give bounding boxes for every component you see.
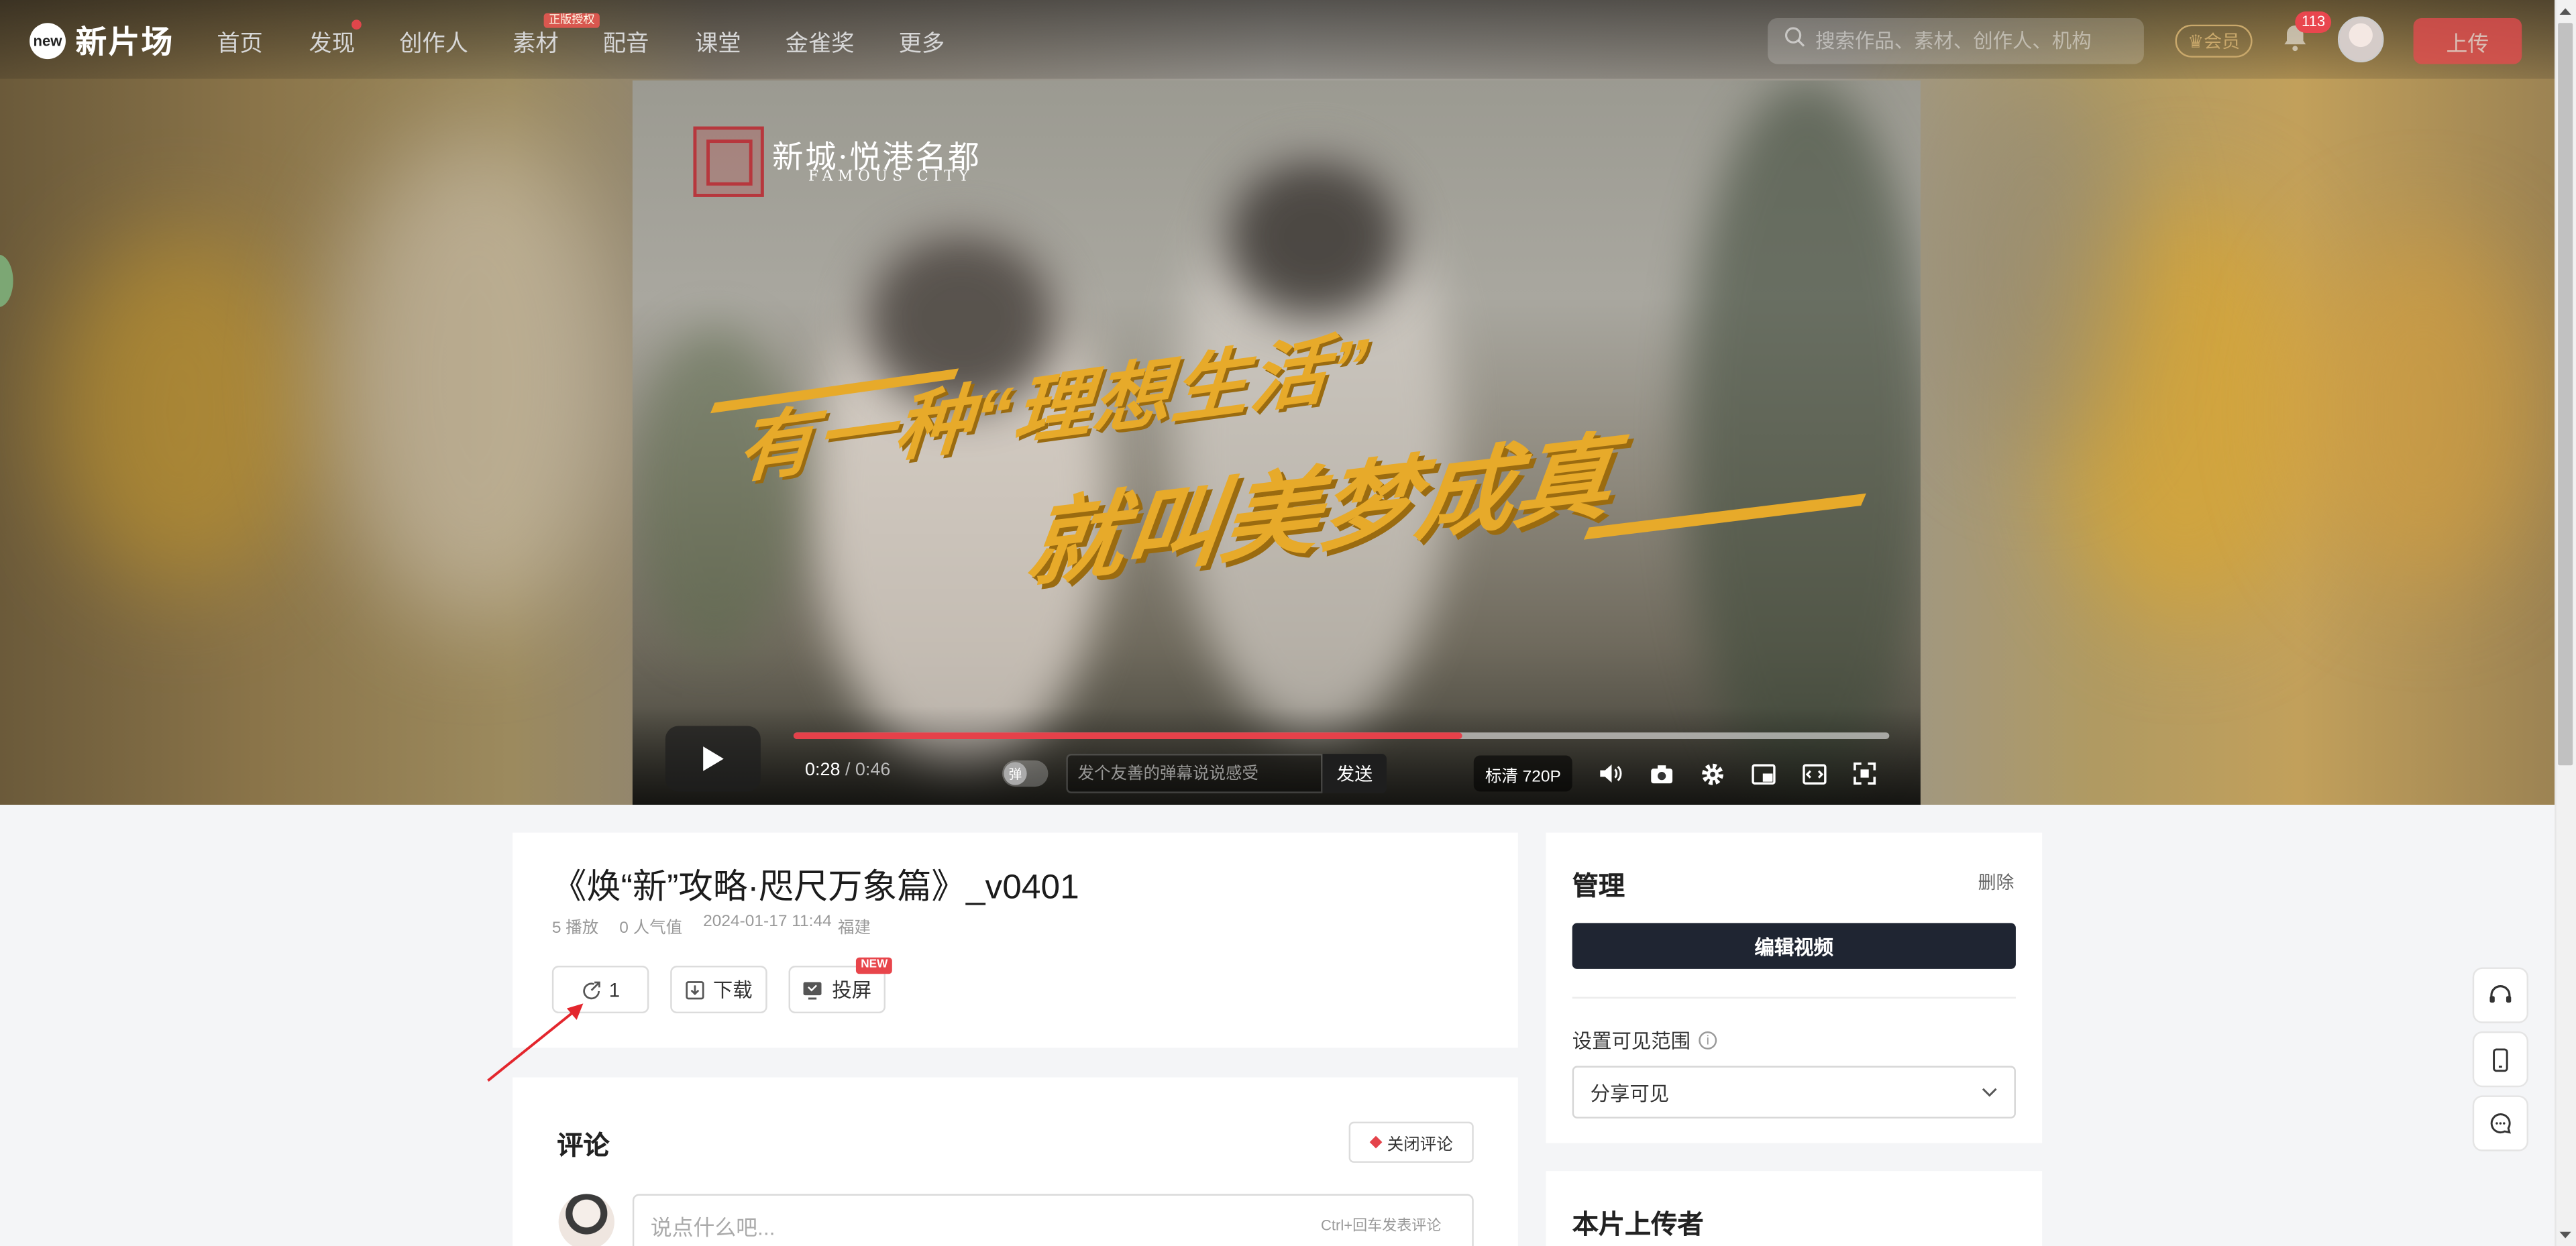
location: 福建 [837,919,871,938]
uploader-heading: 本片上传者 [1572,1212,1704,1240]
diamond-icon: ◆ [1369,1133,1383,1151]
progress-fill [793,732,1462,740]
new-tag: NEW [855,957,893,974]
volume-icon[interactable] [1597,760,1623,787]
nav-home[interactable]: 首页 [217,26,263,59]
nav-discover[interactable]: 发现 [309,26,355,59]
logo-mark: new [30,22,66,58]
crown-icon: ♛ [2187,32,2204,52]
user-avatar[interactable] [2337,16,2384,63]
vip-label: 会员 [2204,32,2241,53]
progress-bar[interactable] [793,732,1890,740]
quality-selector[interactable]: 标清 720P [1473,755,1573,792]
share-count: 1 [608,978,621,1001]
manage-heading: 管理 [1572,873,1625,902]
mobile-app-button[interactable] [2472,1031,2529,1088]
chevron-down-icon [1982,1088,1997,1097]
camera-icon[interactable] [1648,760,1674,787]
scroll-up-arrow-icon[interactable] [2558,5,2573,16]
popularity-count: 0 人气值 [619,919,683,938]
danmaku-send-button[interactable]: 发送 [1322,754,1387,793]
headset-icon [2489,985,2512,1003]
time-separator: / [840,760,855,781]
nav-golden-sparrow-award[interactable]: 金雀奖 [786,26,855,59]
current-time: 0:28 [805,760,841,781]
cast-screen-icon [804,981,822,999]
visibility-label: 设置可见范围 i [1572,1027,1717,1055]
site-logo[interactable]: new 新片场 [30,18,174,62]
settings-gear-icon[interactable] [1699,760,1725,787]
total-time: 0:46 [855,760,891,781]
notification-count-badge: 113 [2295,11,2332,33]
close-comments-label: 关闭评论 [1387,1136,1453,1155]
brand-seal-logo [693,126,764,197]
nav-more[interactable]: 更多 [899,26,945,59]
upload-button[interactable]: 上传 [2413,17,2522,64]
time-display: 0:28 / 0:46 [805,760,890,780]
picture-in-picture-icon[interactable] [1750,760,1776,787]
delete-link[interactable]: 删除 [1978,869,2015,895]
search-box[interactable] [1768,17,2144,64]
publish-date: 2024-01-17 11:44 [703,913,832,931]
commenter-avatar [558,1194,614,1246]
divider [1572,997,2016,999]
nav-creators[interactable]: 创作人 [399,26,468,59]
search-input[interactable] [1815,30,2128,53]
brand-name-english: FAMOUS CITY [808,169,974,186]
nav-dubbing[interactable]: 配音 [603,26,649,59]
cast-screen-label: 投屏 [832,978,872,1002]
top-navigation-bar: new 新片场 首页 发现 创作人 素材 正版授权 配音 课堂 金雀奖 更多 ♛… [0,0,2555,79]
feedback-button[interactable] [2472,1095,2529,1151]
materials-badge: 正版授权 [543,13,600,28]
play-count: 5 播放 [551,919,599,938]
danmaku-toggle-knob: 弹 [1004,762,1027,785]
edit-video-button[interactable]: 编辑视频 [1572,923,2016,969]
widescreen-icon[interactable] [1801,760,1827,787]
comments-heading: 评论 [557,1133,610,1162]
info-icon[interactable]: i [1699,1031,1717,1050]
danmaku-toggle[interactable]: 弹 [1002,760,1049,787]
video-title: 《焕“新”攻略·咫尺万象篇》_v0401 [551,868,1079,907]
customer-service-button[interactable] [2472,967,2529,1023]
video-player[interactable]: 新城·悦港名都 FAMOUS CITY 有一种“理想生活” 就叫美梦成真 0:2… [632,80,1921,805]
logo-text: 新片场 [75,26,174,61]
download-button[interactable]: 下载 [670,966,767,1014]
fullscreen-icon[interactable] [1851,760,1878,787]
mobile-phone-icon [2493,1047,2508,1071]
annotation-arrow [487,1003,584,1082]
danmaku-input[interactable] [1066,754,1323,793]
play-icon [703,746,724,771]
visibility-label-text: 设置可见范围 [1572,1029,1691,1053]
chat-bubble-icon [2490,1113,2511,1134]
nav-classroom[interactable]: 课堂 [695,26,741,59]
visibility-select[interactable]: 分享可见 [1572,1066,2016,1119]
scroll-down-arrow-icon[interactable] [2558,1230,2573,1241]
close-comments-button[interactable]: ◆ 关闭评论 [1348,1121,1474,1163]
search-icon [1784,26,1806,56]
download-label: 下载 [712,978,753,1002]
scrollbar-thumb[interactable] [2558,23,2573,766]
nav-materials[interactable]: 素材 [513,26,559,59]
comment-shortcut-hint: Ctrl+回车发表评论 [1320,1216,1442,1234]
vip-button[interactable]: ♛ 会员 [2175,24,2253,58]
discover-red-dot [352,19,362,30]
download-icon [686,980,704,999]
visibility-value: 分享可见 [1590,1081,1670,1105]
play-button[interactable] [665,726,761,792]
